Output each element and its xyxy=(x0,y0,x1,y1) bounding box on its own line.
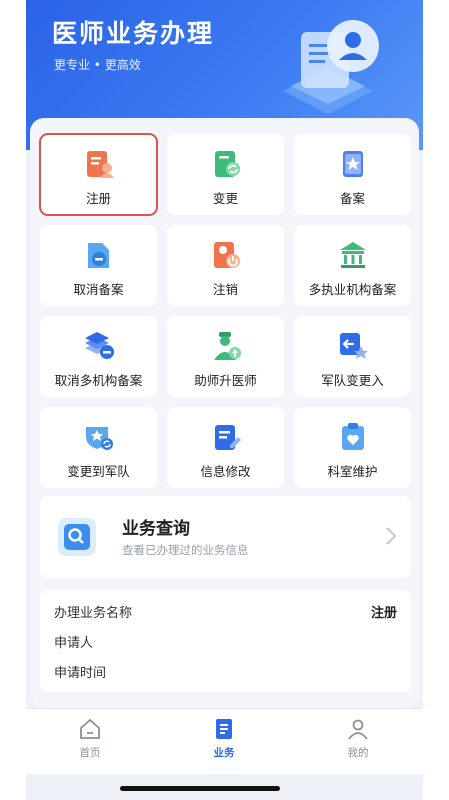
nav-mine-label: 我的 xyxy=(347,747,369,759)
register-icon xyxy=(86,151,114,178)
business-icon xyxy=(216,719,232,739)
service-deregister[interactable]: 注销 xyxy=(167,225,284,306)
service-assistant-upgrade[interactable]: 助师升医师 xyxy=(167,316,284,397)
app-screen: 医师业务办理 更专业 • 更高效 注册 变更 备案 取消备案 注销 多执业机构备… xyxy=(26,0,423,800)
service-label: 取消备案 xyxy=(73,282,124,297)
query-title: 业务查询 xyxy=(122,519,190,539)
service-cancel-multi-institution[interactable]: 取消多机构备案 xyxy=(40,316,157,397)
chevron-right-icon xyxy=(386,527,397,545)
query-subtitle: 查看已办理过的业务信息 xyxy=(122,543,249,557)
cancel-filing-icon xyxy=(87,243,109,268)
service-grid: 注册 变更 备案 取消备案 注销 多执业机构备案 取消多机构备案 助师升医师 军… xyxy=(39,133,411,488)
search-icon xyxy=(58,518,96,556)
multi-institution-icon xyxy=(339,242,366,268)
nav-business-label: 业务 xyxy=(213,747,235,759)
service-department[interactable]: 科室维护 xyxy=(294,407,411,488)
nav-home-label: 首页 xyxy=(79,747,101,759)
doctor-illustration-icon xyxy=(283,20,379,114)
service-filing[interactable]: 备案 xyxy=(294,134,411,215)
bottom-nav: 首页 业务 我的 xyxy=(26,708,423,774)
transfer-to-military-icon xyxy=(85,427,113,450)
page-subtitle: 更专业 • 更高效 xyxy=(54,58,141,72)
business-name-label: 办理业务名称 xyxy=(54,606,133,621)
service-label: 助师升医师 xyxy=(194,373,257,388)
service-label: 信息修改 xyxy=(200,464,251,479)
service-register[interactable]: 注册 xyxy=(39,133,158,216)
assistant-upgrade-icon xyxy=(213,332,241,360)
apply-time-label: 申请时间 xyxy=(54,666,107,681)
service-military-transfer-in[interactable]: 军队变更入 xyxy=(294,316,411,397)
service-multi-institution[interactable]: 多执业机构备案 xyxy=(294,225,411,306)
service-label: 军队变更入 xyxy=(321,373,384,388)
nav-business[interactable]: 业务 xyxy=(184,717,264,760)
filing-icon xyxy=(342,151,363,177)
info-row-apply-time: 申请时间 xyxy=(54,662,397,682)
service-label: 备案 xyxy=(339,191,365,206)
services-panel: 注册 变更 备案 取消备案 注销 多执业机构备案 取消多机构备案 助师升医师 军… xyxy=(30,118,419,708)
page-title: 医师业务办理 xyxy=(52,19,215,48)
home-icon xyxy=(80,718,100,739)
cancel-multi-institution-icon xyxy=(84,332,114,359)
edit-info-icon xyxy=(214,425,241,450)
service-label: 取消多机构备案 xyxy=(54,373,143,388)
service-label: 多执业机构备案 xyxy=(308,282,397,297)
change-icon xyxy=(214,151,240,177)
service-change[interactable]: 变更 xyxy=(167,134,284,215)
service-label: 变更 xyxy=(212,191,238,206)
department-icon xyxy=(341,423,364,450)
deregister-icon xyxy=(213,242,240,268)
business-query-card[interactable]: 业务查询 查看已办理过的业务信息 xyxy=(40,496,411,578)
service-cancel-filing[interactable]: 取消备案 xyxy=(40,225,157,306)
military-transfer-in-icon xyxy=(339,333,368,359)
applicant-label: 申请人 xyxy=(54,636,94,651)
profile-icon xyxy=(348,719,368,740)
home-indicator xyxy=(120,786,280,791)
business-info-card: 办理业务名称 注册 申请人 申请时间 xyxy=(40,590,411,692)
service-edit-info[interactable]: 信息修改 xyxy=(167,407,284,488)
service-label: 科室维护 xyxy=(327,464,378,479)
service-label: 注册 xyxy=(85,191,111,206)
business-name-value: 注册 xyxy=(370,606,397,621)
service-label: 变更到军队 xyxy=(67,464,130,479)
info-row-applicant: 申请人 xyxy=(54,632,397,652)
service-transfer-to-military[interactable]: 变更到军队 xyxy=(40,407,157,488)
nav-mine[interactable]: 我的 xyxy=(318,717,398,760)
service-label: 注销 xyxy=(212,282,238,297)
info-row-business-name: 办理业务名称 注册 xyxy=(54,602,397,622)
nav-home[interactable]: 首页 xyxy=(50,717,130,760)
